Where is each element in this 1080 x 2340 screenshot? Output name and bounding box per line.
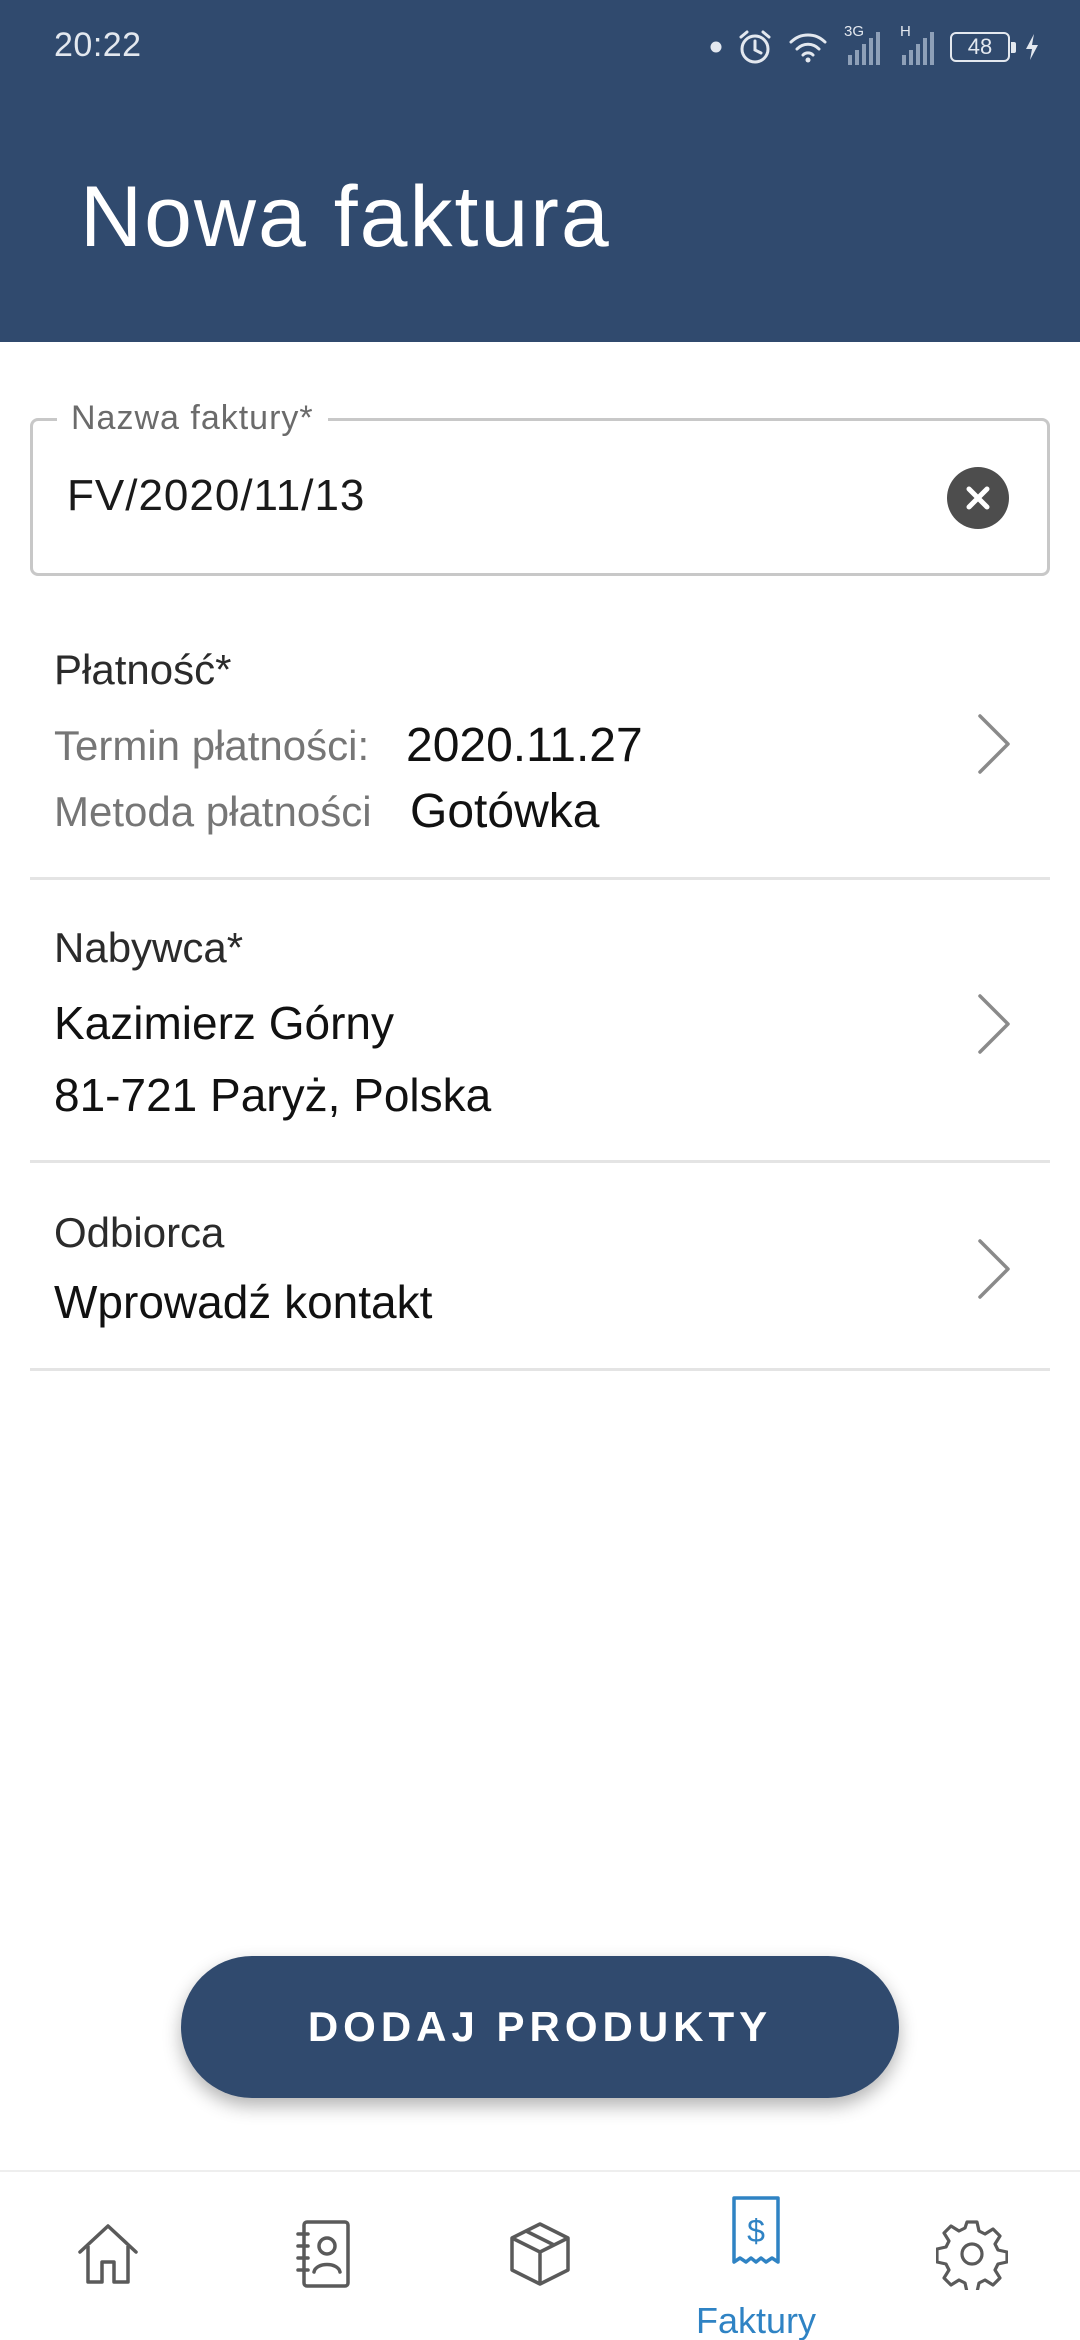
invoice-icon: $ — [732, 2196, 780, 2264]
status-bar: 20:22 3G H 48 — [0, 0, 1080, 92]
gear-icon — [936, 2220, 1008, 2290]
nav-item-products[interactable] — [432, 2172, 648, 2340]
close-icon — [966, 486, 990, 510]
signal-3g: 3G — [842, 23, 882, 67]
charging-icon — [1026, 34, 1038, 60]
due-date-value: 2020.11.27 — [406, 719, 643, 772]
invoice-name-label: Nazwa faktury* — [57, 399, 328, 438]
add-products-button[interactable]: DODAJ PRODUKTY — [181, 1956, 899, 2098]
chevron-right-icon — [978, 994, 1010, 1054]
nav-item-invoices[interactable]: $ Faktury — [648, 2172, 864, 2340]
app-bar: 20:22 3G H 48 Nowa faktura — [0, 0, 1080, 342]
contacts-icon — [296, 2220, 350, 2288]
payment-row[interactable]: Płatność* Termin płatności: 2020.11.27 M… — [30, 620, 1050, 880]
svg-text:$: $ — [747, 2213, 765, 2249]
nav-label-invoices: Faktury — [695, 2300, 817, 2340]
notification-dot-icon — [710, 41, 722, 53]
wifi-icon — [789, 33, 827, 63]
payment-method-label: Metoda płatności — [54, 788, 372, 835]
clear-button[interactable] — [947, 467, 1009, 529]
recipient-row[interactable]: Odbiorca Wprowadź kontakt — [30, 1163, 1050, 1371]
buyer-name: Kazimierz Górny — [54, 997, 394, 1049]
bottom-nav: $ Faktury — [0, 2170, 1080, 2340]
signal-h-icon — [902, 32, 934, 65]
invoice-name-input[interactable] — [67, 461, 927, 531]
buyer-row[interactable]: Nabywca* Kazimierz Górny 81-721 Paryż, P… — [30, 880, 1050, 1163]
payment-label: Płatność* — [54, 646, 232, 693]
chevron-right-icon — [978, 1239, 1010, 1299]
signal-3g-icon — [848, 32, 880, 65]
status-icons: 3G H 48 — [710, 22, 1040, 72]
box-icon — [510, 2222, 570, 2286]
recipient-label: Odbiorca — [54, 1209, 225, 1256]
chevron-right-icon — [978, 714, 1010, 774]
page-title: Nowa faktura — [80, 169, 611, 265]
nav-item-contacts[interactable] — [216, 2172, 432, 2340]
battery-indicator: 48 — [950, 32, 1016, 62]
recipient-placeholder: Wprowadź kontakt — [54, 1276, 433, 1328]
nav-item-home[interactable] — [0, 2172, 216, 2340]
payment-method-value: Gotówka — [410, 785, 600, 838]
status-time: 20:22 — [54, 26, 142, 64]
invoice-name-field[interactable]: Nazwa faktury* — [30, 399, 1050, 576]
signal-h: H — [896, 23, 936, 67]
due-date-label: Termin płatności: — [54, 722, 370, 769]
buyer-label: Nabywca* — [54, 924, 244, 971]
alarm-icon — [739, 30, 771, 64]
buyer-address: 81-721 Paryż, Polska — [54, 1069, 492, 1121]
nav-item-settings[interactable] — [864, 2172, 1080, 2340]
home-icon — [78, 2224, 138, 2284]
